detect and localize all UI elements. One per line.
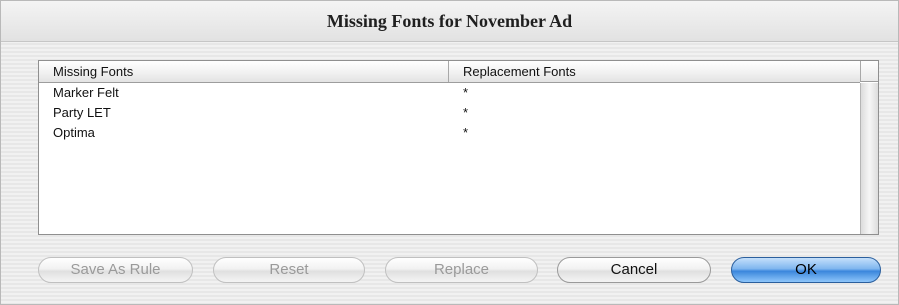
table-header-corner <box>860 61 878 82</box>
title-bar[interactable]: Missing Fonts for November Ad <box>1 1 898 42</box>
fonts-table[interactable]: Missing Fonts Replacement Fonts Marker F… <box>38 60 879 235</box>
table-body: Marker Felt * Party LET * Optima * <box>39 83 860 143</box>
table-row[interactable]: Marker Felt * <box>39 83 860 103</box>
table-row[interactable]: Party LET * <box>39 103 860 123</box>
missing-font-cell: Party LET <box>53 105 111 120</box>
column-header-missing-fonts[interactable]: Missing Fonts <box>39 61 449 82</box>
cancel-button[interactable]: Cancel <box>557 257 711 283</box>
replacement-font-cell[interactable]: * <box>463 103 468 123</box>
missing-fonts-dialog: Missing Fonts for November Ad Missing Fo… <box>0 0 899 305</box>
column-header-replacement-fonts[interactable]: Replacement Fonts <box>449 61 860 82</box>
replace-button[interactable]: Replace <box>385 257 538 283</box>
vertical-scrollbar[interactable] <box>860 83 878 234</box>
replacement-font-cell[interactable]: * <box>463 83 468 103</box>
table-row[interactable]: Optima * <box>39 123 860 143</box>
replacement-font-cell[interactable]: * <box>463 123 468 143</box>
table-header: Missing Fonts Replacement Fonts <box>39 61 860 83</box>
save-as-rule-button[interactable]: Save As Rule <box>38 257 193 283</box>
ok-button[interactable]: OK <box>731 257 881 283</box>
missing-font-cell: Marker Felt <box>53 85 119 100</box>
reset-button[interactable]: Reset <box>213 257 365 283</box>
missing-font-cell: Optima <box>53 125 95 140</box>
dialog-title: Missing Fonts for November Ad <box>326 11 573 31</box>
